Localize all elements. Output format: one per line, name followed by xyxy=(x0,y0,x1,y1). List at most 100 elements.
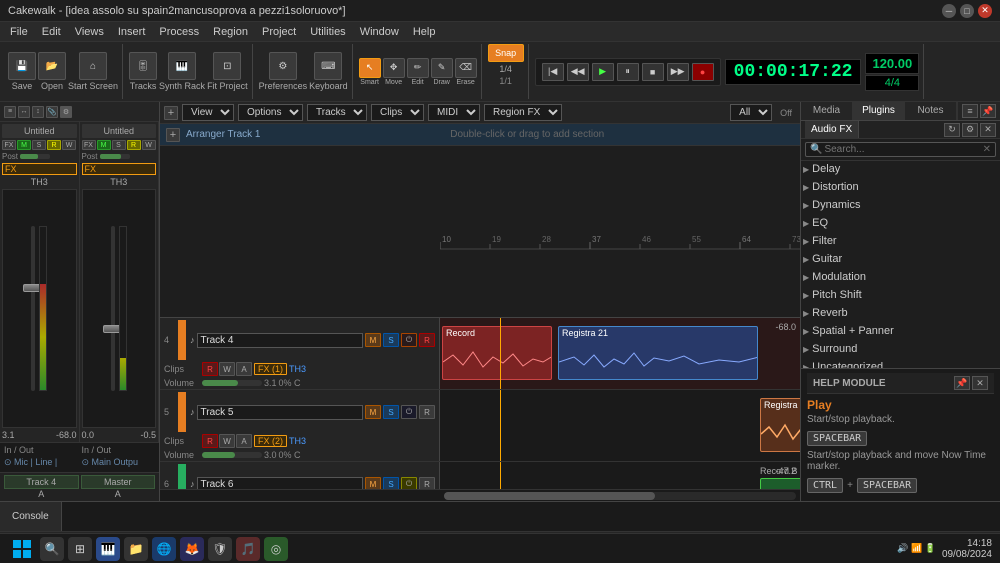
track-5-fx[interactable]: FX (2) xyxy=(254,435,287,447)
fx-filter-header[interactable]: ▶ Filter xyxy=(803,235,998,247)
ch1-rec-button[interactable]: R xyxy=(47,140,61,150)
fx-reverb-header[interactable]: ▶ Reverb xyxy=(803,307,998,319)
region-fx-dropdown[interactable]: Region FX xyxy=(484,104,562,121)
audio-fx-tab[interactable]: Audio FX xyxy=(805,121,859,138)
track-5-mute[interactable]: M xyxy=(365,405,381,419)
track-5-solo[interactable]: S xyxy=(383,405,399,419)
menu-project[interactable]: Project xyxy=(256,25,302,39)
fx-surround-name[interactable]: Surround xyxy=(812,343,857,355)
track-5-w[interactable]: W xyxy=(219,434,235,448)
clip-track5-registra[interactable]: Registra xyxy=(760,398,800,452)
menu-process[interactable]: Process xyxy=(153,25,205,39)
taskbar-app-5[interactable]: 🛡 xyxy=(208,537,232,561)
strip-option-4[interactable]: 📎 xyxy=(46,106,58,118)
fx-uncategorized-name[interactable]: Uncategorized xyxy=(812,361,883,368)
strip-option-3[interactable]: ↕ xyxy=(32,106,44,118)
ch2-fx-label[interactable]: FX xyxy=(82,163,157,175)
ch2-w-button[interactable]: W xyxy=(142,140,156,150)
ch2-fx-button[interactable]: FX xyxy=(82,140,96,150)
all-dropdown[interactable]: All xyxy=(730,104,772,121)
taskbar-app-1[interactable]: 🎹 xyxy=(96,537,120,561)
track-4-rec[interactable]: R xyxy=(419,333,435,347)
track-4-fx[interactable]: FX (1) xyxy=(254,363,287,375)
ch2-solo-button[interactable]: S xyxy=(112,140,126,150)
track-4-w[interactable]: W xyxy=(219,362,235,376)
tracks-dropdown[interactable]: Tracks xyxy=(307,104,367,121)
draw-tool[interactable]: ✎ xyxy=(431,58,453,78)
taskbar-task-view[interactable]: ⊞ xyxy=(68,537,92,561)
tab-notes[interactable]: Notes xyxy=(905,102,957,120)
fx-dynamics-name[interactable]: Dynamics xyxy=(812,199,860,211)
fx-dynamics-header[interactable]: ▶ Dynamics xyxy=(803,199,998,211)
ch2-mute-button[interactable]: M xyxy=(97,140,111,150)
track-4-vol-slider[interactable] xyxy=(202,380,262,386)
menu-insert[interactable]: Insert xyxy=(112,25,152,39)
fx-surround-header[interactable]: ▶ Surround xyxy=(803,343,998,355)
ch1-w-button[interactable]: W xyxy=(62,140,76,150)
track-4-clips[interactable]: Record Registra 21 -68.0 xyxy=(440,318,800,389)
track-4-name[interactable]: Track 4 xyxy=(197,333,364,348)
minimize-button[interactable]: ─ xyxy=(942,4,956,18)
track-6-solo[interactable]: S xyxy=(383,477,399,489)
taskbar-app-4[interactable]: 🦊 xyxy=(180,537,204,561)
right-panel-pin[interactable]: 📌 xyxy=(980,104,996,118)
taskbar-app-7[interactable]: ◎ xyxy=(264,537,288,561)
strip-option-5[interactable]: ⚙ xyxy=(60,106,72,118)
tab-plugins[interactable]: Plugins xyxy=(853,102,905,120)
fx-distortion-header[interactable]: ▶ Distortion xyxy=(803,181,998,193)
snap-button[interactable]: Snap xyxy=(488,44,524,62)
fx-guitar-name[interactable]: Guitar xyxy=(812,253,842,265)
play-button[interactable]: ▶ xyxy=(592,63,614,81)
view-dropdown[interactable]: View xyxy=(182,104,234,121)
tab-media[interactable]: Media xyxy=(801,102,853,120)
menu-window[interactable]: Window xyxy=(354,25,405,39)
track-5-clips-r[interactable]: R xyxy=(202,434,218,448)
clip-record-b[interactable] xyxy=(760,478,800,489)
fx-eq-header[interactable]: ▶ EQ xyxy=(803,217,998,229)
fx-spatial-name[interactable]: Spatial + Panner xyxy=(812,325,894,337)
start-screen-button[interactable]: ⌂ xyxy=(79,52,107,80)
erase-tool[interactable]: ⌫ xyxy=(455,58,477,78)
ch1-mute-button[interactable]: M xyxy=(17,140,31,150)
clip-registra-21[interactable]: Registra 21 xyxy=(558,326,758,380)
fx-modulation-name[interactable]: Modulation xyxy=(812,271,866,283)
taskbar-app-2[interactable]: 📁 xyxy=(124,537,148,561)
ff-button[interactable]: ▶▶ xyxy=(667,63,689,81)
menu-help[interactable]: Help xyxy=(407,25,442,39)
input-routing-val[interactable]: ⊙ Mic | Line | xyxy=(4,457,78,468)
console-tab[interactable]: Console xyxy=(0,502,62,531)
fx-search-clear[interactable]: ✕ xyxy=(983,144,991,155)
preferences-button[interactable]: ⚙ xyxy=(269,52,297,80)
fx-search-input[interactable] xyxy=(824,144,982,155)
open-button[interactable]: 📂 xyxy=(38,52,66,80)
prev-button[interactable]: ◀◀ xyxy=(567,63,589,81)
menu-edit[interactable]: Edit xyxy=(36,25,67,39)
move-tool[interactable]: ✥ xyxy=(383,58,405,78)
synth-rack-button[interactable]: 🎹 xyxy=(168,52,196,80)
smart-select-tool[interactable]: ↖ xyxy=(359,58,381,78)
clips-dropdown[interactable]: Clips xyxy=(371,104,424,121)
output-routing-val[interactable]: ⊙ Main Outpu xyxy=(82,457,156,468)
fx-delay-header[interactable]: ▶ Delay xyxy=(803,163,998,175)
ch1-solo-button[interactable]: S xyxy=(32,140,46,150)
track-h-scrollbar[interactable] xyxy=(160,489,800,501)
track-5-armed[interactable]: ⏻ xyxy=(401,405,417,419)
midi-dropdown[interactable]: MIDI xyxy=(428,104,480,121)
track-6-name[interactable]: Track 6 xyxy=(197,477,364,490)
add-track-button[interactable]: + xyxy=(164,106,178,120)
fx-pitch-shift-header[interactable]: ▶ Pitch Shift xyxy=(803,289,998,301)
menu-region[interactable]: Region xyxy=(207,25,254,39)
fx-delay-name[interactable]: Delay xyxy=(812,163,840,175)
track-4-a[interactable]: A xyxy=(236,362,252,376)
help-module-close[interactable]: ✕ xyxy=(972,376,988,390)
fx-spatial-header[interactable]: ▶ Spatial + Panner xyxy=(803,325,998,337)
close-button[interactable]: ✕ xyxy=(978,4,992,18)
ch1-fx-button[interactable]: FX xyxy=(2,140,16,150)
right-panel-options[interactable]: ≡ xyxy=(962,104,978,118)
pause-button[interactable]: ⏸ xyxy=(617,63,639,81)
audio-fx-refresh[interactable]: ↻ xyxy=(944,123,960,137)
fx-modulation-header[interactable]: ▶ Modulation xyxy=(803,271,998,283)
maximize-button[interactable]: □ xyxy=(960,4,974,18)
edit-tool[interactable]: ✏ xyxy=(407,58,429,78)
track-6-clips[interactable]: Record B -47.2 xyxy=(440,462,800,489)
